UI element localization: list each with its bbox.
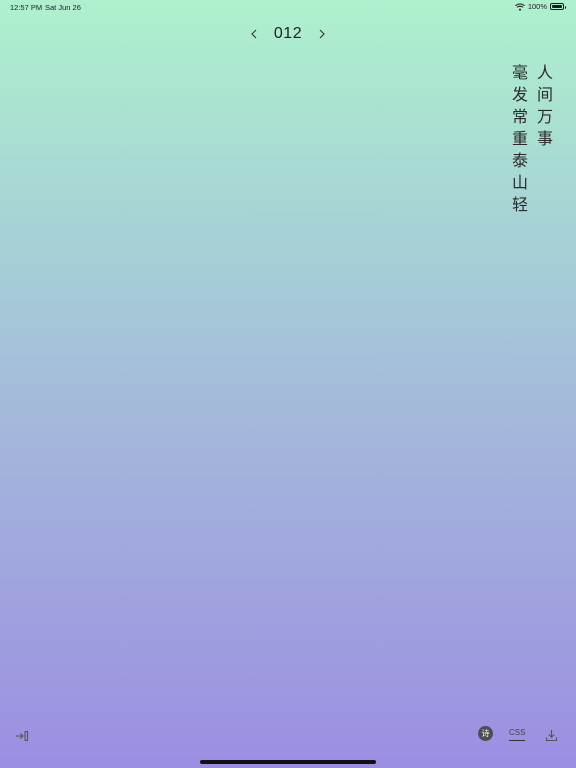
poem-text: 人间万事 毫发常重泰山轻 bbox=[509, 64, 553, 218]
status-date: Sat Jun 26 bbox=[45, 3, 81, 12]
poem-badge-button[interactable]: 诗 bbox=[478, 726, 493, 741]
poem-line-1: 人间万事 bbox=[534, 64, 553, 152]
css-tab[interactable]: CSS bbox=[509, 728, 526, 741]
download-icon[interactable] bbox=[545, 727, 558, 746]
poem-line-2: 毫发常重泰山轻 bbox=[509, 64, 528, 218]
bottom-toolbar: 诗 CSS bbox=[0, 722, 576, 746]
chevron-right-icon[interactable] bbox=[316, 24, 328, 44]
page-number: 012 bbox=[273, 25, 303, 42]
pager: 012 bbox=[0, 24, 576, 44]
status-bar: 12:57 PM Sat Jun 26 100% bbox=[0, 0, 576, 16]
exit-icon[interactable] bbox=[15, 727, 29, 746]
chevron-left-icon[interactable] bbox=[248, 24, 260, 44]
status-time: 12:57 PM bbox=[10, 3, 43, 12]
wifi-icon bbox=[514, 3, 525, 11]
battery-full-icon bbox=[550, 3, 566, 10]
status-right-group: 100% bbox=[514, 2, 566, 11]
battery-percent: 100% bbox=[527, 2, 547, 11]
home-indicator[interactable] bbox=[200, 760, 376, 764]
